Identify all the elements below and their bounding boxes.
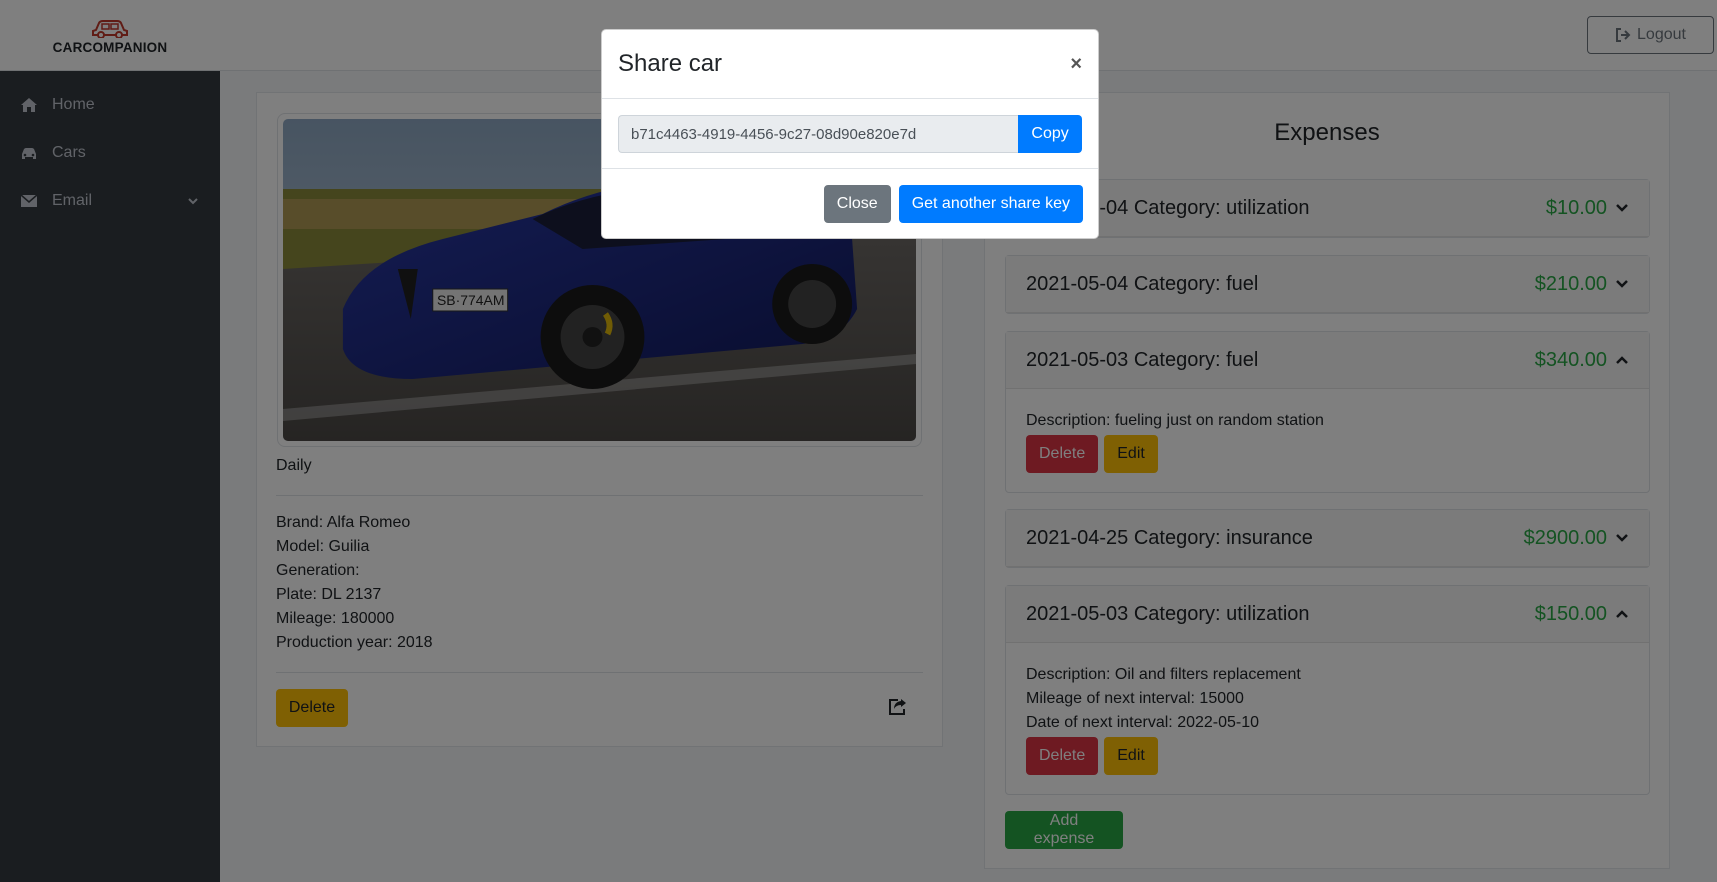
copy-button[interactable]: Copy bbox=[1018, 115, 1082, 153]
close-icon[interactable]: × bbox=[1070, 53, 1082, 76]
modal-footer: Close Get another share key bbox=[602, 169, 1098, 239]
modal-body: Copy bbox=[602, 99, 1098, 169]
close-button[interactable]: Close bbox=[823, 185, 891, 223]
share-car-modal: Share car × Copy Close Get another share… bbox=[601, 29, 1099, 239]
modal-header: Share car × bbox=[602, 30, 1098, 99]
modal-title: Share car bbox=[618, 50, 723, 77]
get-another-share-key-button[interactable]: Get another share key bbox=[898, 185, 1083, 223]
share-key-input[interactable] bbox=[618, 115, 1019, 153]
